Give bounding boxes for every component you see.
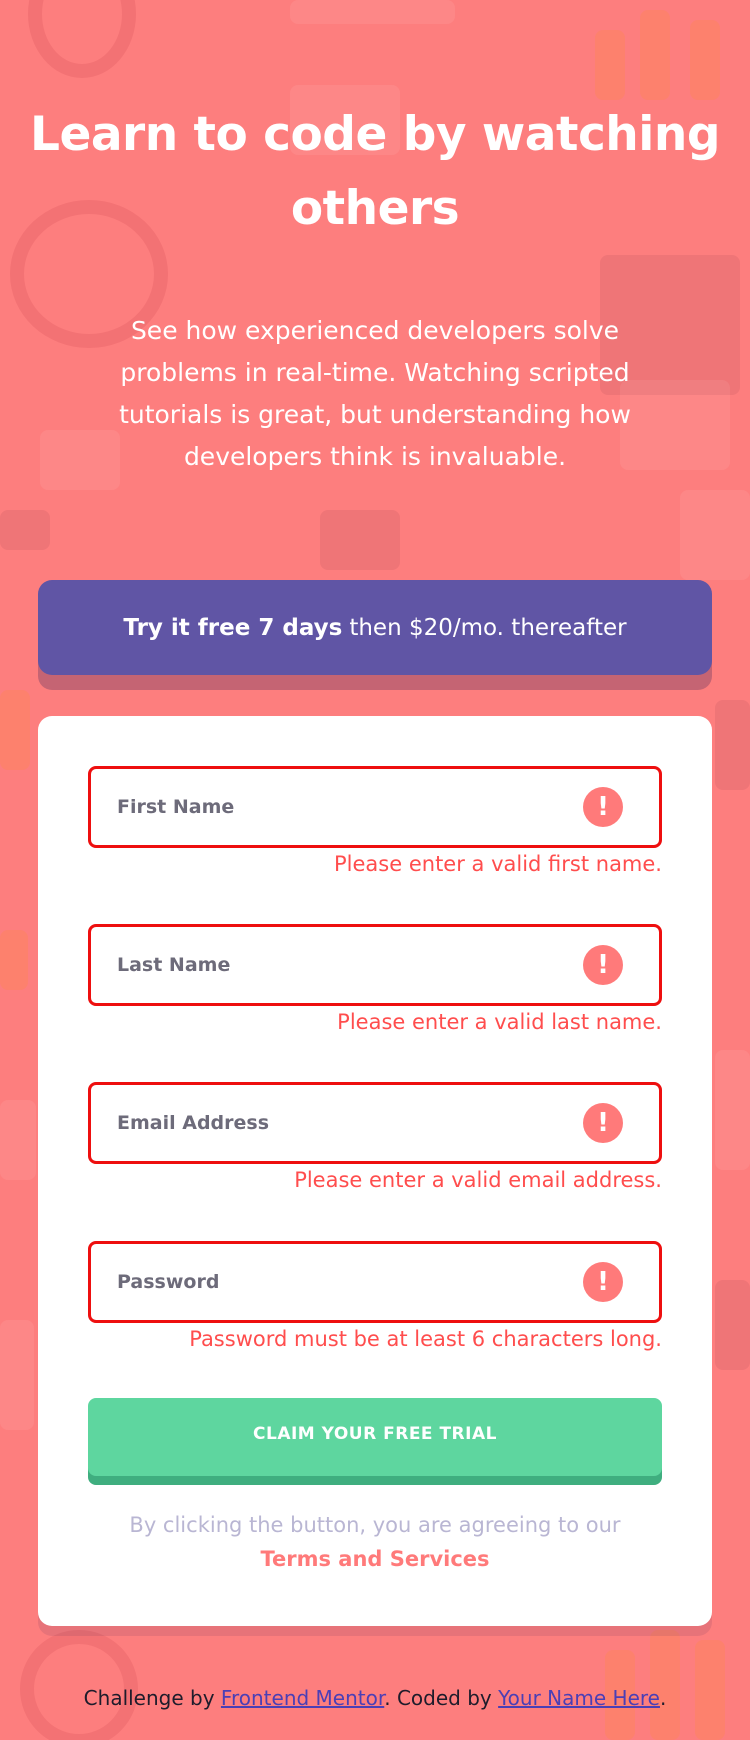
attribution-suffix: . <box>659 1686 667 1710</box>
page: Learn to code by watching others See how… <box>0 0 750 1740</box>
first-name-input[interactable] <box>115 795 583 819</box>
exclamation-icon: ! <box>583 1262 623 1302</box>
password-field: ! <box>88 1241 662 1323</box>
terms-link[interactable]: Terms and Services <box>260 1547 489 1571</box>
promo-banner: Try it free 7 days then $20/mo. thereaft… <box>38 580 712 675</box>
password-input[interactable] <box>115 1270 583 1294</box>
hero-description: See how experienced developers solve pro… <box>119 316 631 471</box>
terms-notice: By clicking the button, you are agreeing… <box>88 1508 662 1576</box>
exclamation-icon: ! <box>583 787 623 827</box>
first-name-field: ! <box>88 766 662 848</box>
last-name-input[interactable] <box>115 953 583 977</box>
promo-rest-text: then $20/mo. thereafter <box>349 614 627 641</box>
attribution-middle: . Coded by <box>384 1686 492 1710</box>
last-name-error: Please enter a valid last name. <box>337 1010 662 1034</box>
exclamation-icon: ! <box>583 945 623 985</box>
terms-prefix: By clicking the button, you are agreeing… <box>129 1513 621 1537</box>
exclamation-icon: ! <box>583 1103 623 1143</box>
attribution: Challenge by Frontend Mentor. Coded by Y… <box>0 1686 750 1710</box>
promo-bold-text: Try it free 7 days <box>123 614 343 641</box>
last-name-field: ! <box>88 924 662 1006</box>
email-input[interactable] <box>115 1111 583 1135</box>
email-field: ! <box>88 1082 662 1164</box>
attribution-prefix: Challenge by <box>83 1686 215 1710</box>
claim-free-trial-button[interactable]: CLAIM YOUR FREE TRIAL <box>88 1398 662 1476</box>
password-error: Password must be at least 6 characters l… <box>189 1327 662 1351</box>
frontend-mentor-link[interactable]: Frontend Mentor <box>221 1686 384 1710</box>
page-title: Learn to code by watching others <box>30 107 720 236</box>
author-link[interactable]: Your Name Here <box>498 1686 660 1710</box>
first-name-error: Please enter a valid first name. <box>334 852 662 876</box>
email-error: Please enter a valid email address. <box>294 1168 662 1192</box>
